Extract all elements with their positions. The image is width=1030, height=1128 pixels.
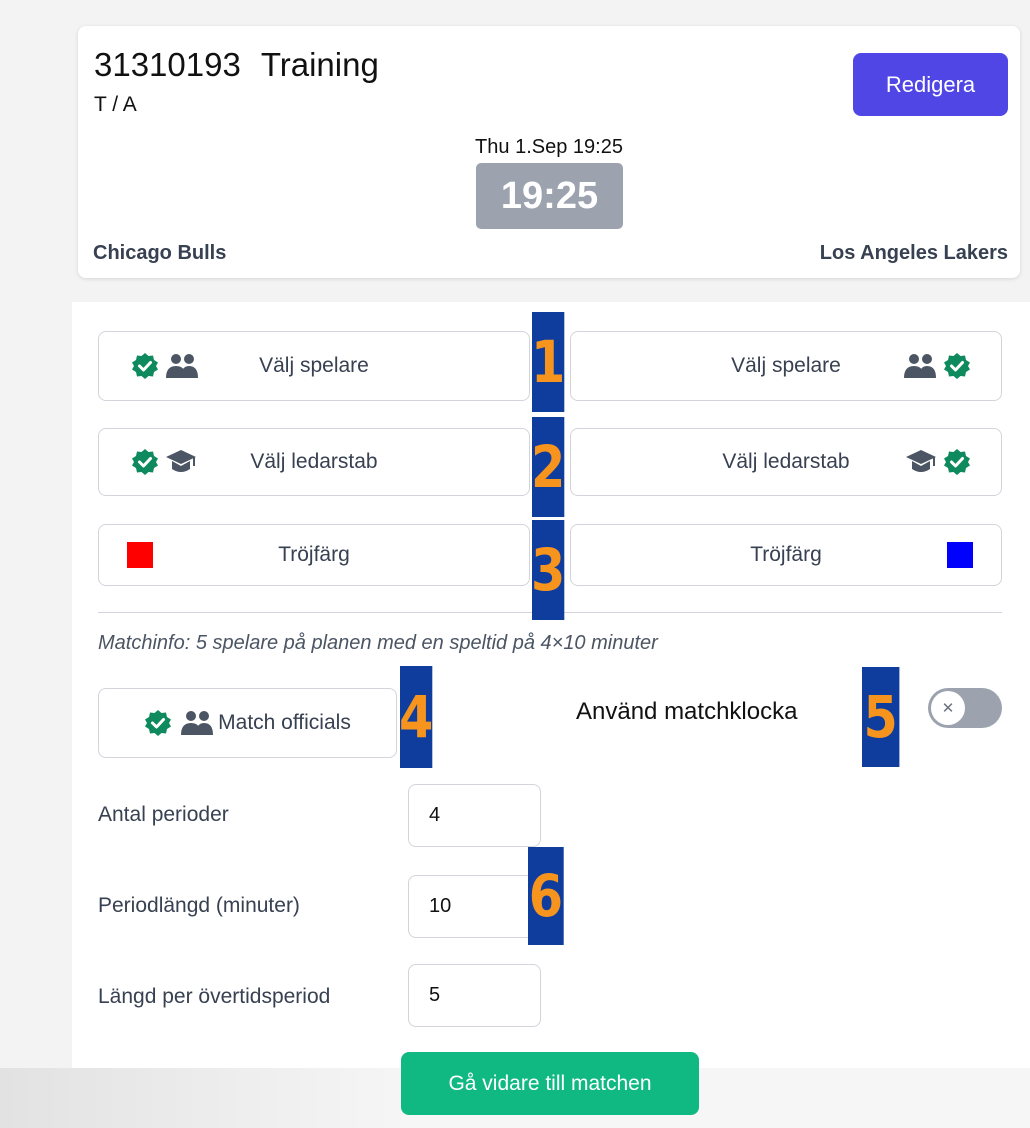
away-team-name: Los Angeles Lakers [819,242,1008,264]
match-clock-label: Använd matchklocka [576,698,798,725]
home-select-staff-button[interactable]: Välj ledarstab [98,428,530,496]
match-info-text: Matchinfo: 5 spelare på planen med en sp… [98,632,658,654]
annotation-marker-2: 2 [531,417,565,517]
home-team-name: Chicago Bulls [93,242,227,264]
match-officials-button[interactable]: Match officials [98,688,397,758]
annotation-marker-3: 3 [531,520,565,620]
overtime-length-input[interactable] [408,964,541,1027]
home-select-players-button[interactable]: Välj spelare [98,331,530,401]
annotation-marker-6: 6 [528,847,564,945]
match-id: 31310193 [94,46,241,83]
periods-input[interactable] [408,784,541,847]
select-players-label: Välj spelare [259,354,369,377]
check-badge-icon [943,352,971,380]
match-clock-display: 19:25 [476,163,623,229]
check-badge-icon [943,448,971,476]
overtime-length-label: Längd per övertidsperiod [98,985,331,1008]
annotation-marker-5: 5 [862,667,900,767]
annotation-marker-1: 1 [531,312,565,412]
match-officials-label: Match officials [218,711,351,734]
check-badge-icon [144,709,172,737]
home-jersey-color-button[interactable]: Tröjfärg [98,524,530,586]
annotation-marker-4: 4 [399,666,433,768]
away-jersey-swatch [947,542,973,568]
period-length-label: Periodlängd (minuter) [98,894,300,917]
proceed-to-match-button[interactable]: Gå vidare till matchen [401,1052,699,1115]
users-icon [903,353,937,379]
away-jersey-color-button[interactable]: Tröjfärg [570,524,1002,586]
select-staff-label: Välj ledarstab [250,450,378,473]
match-subtitle: T / A [94,93,137,116]
periods-label: Antal perioder [98,803,229,826]
toggle-off-icon: ✕ [931,691,965,725]
match-type: Training [260,46,379,83]
match-datetime: Thu 1.Sep 19:25 [475,136,623,158]
match-clock-toggle[interactable]: ✕ [928,688,1002,728]
away-select-players-button[interactable]: Välj spelare [570,331,1002,401]
jersey-color-label: Tröjfärg [750,543,822,566]
jersey-color-label: Tröjfärg [278,543,350,566]
match-title: 31310193 Training [94,46,379,84]
away-select-staff-button[interactable]: Välj ledarstab [570,428,1002,496]
edit-button[interactable]: Redigera [853,53,1008,116]
period-length-input[interactable] [408,875,541,938]
users-icon [180,710,214,736]
match-header-card: 31310193 Training T / A Redigera Thu 1.Se… [78,26,1020,278]
graduation-cap-icon [905,448,937,476]
